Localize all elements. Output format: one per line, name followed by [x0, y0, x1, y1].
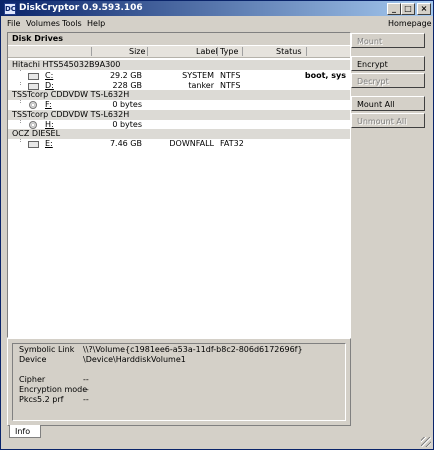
device-value: \Device\HarddiskVolume1 — [83, 355, 186, 364]
resize-grip[interactable] — [421, 437, 431, 447]
minimize-button[interactable]: _ — [387, 3, 401, 15]
volume-row-c[interactable]: C: 29.2 GB SYSTEM NTFS boot, sys — [8, 71, 350, 81]
disk-name: TSSTcorp CDDVDW TS-L632H — [12, 110, 130, 119]
col-type[interactable]: Type — [220, 46, 238, 57]
title-bar[interactable]: DC DiskCryptor 0.9.593.106 _ □ × — [1, 1, 433, 16]
tab-info[interactable]: Info — [9, 425, 41, 438]
cd-drive-icon — [29, 121, 37, 129]
mount-button[interactable]: Mount — [351, 33, 425, 48]
volume-status: boot, sys — [304, 71, 346, 80]
volume-size: 0 bytes — [112, 100, 142, 109]
prf-value: -- — [83, 395, 89, 404]
menu-bar: File Volumes Tools Help Homepage — [1, 17, 433, 31]
homepage-link[interactable]: Homepage — [388, 18, 432, 30]
disk-name: TSSTcorp CDDVDW TS-L632H — [12, 90, 130, 99]
prf-label: Pkcs5.2 prf — [19, 395, 64, 404]
encryption-mode-label: Encryption mode — [19, 385, 88, 394]
menu-tools[interactable]: Tools — [62, 18, 82, 30]
disk-row[interactable]: TSSTcorp CDDVDW TS-L632H — [8, 110, 350, 120]
column-separator[interactable] — [306, 47, 307, 56]
unmount-all-button[interactable]: Unmount All — [351, 113, 425, 128]
volume-letter: C: — [45, 71, 54, 80]
disk-name: Hitachi HTS545032B9A300 — [12, 60, 121, 69]
volume-row-f[interactable]: F: 0 bytes — [8, 100, 350, 110]
mount-all-button[interactable]: Mount All — [351, 96, 425, 111]
app-window: DC DiskCryptor 0.9.593.106 _ □ × File Vo… — [0, 0, 434, 450]
symbolic-link-value: \\?\Volume{c1981ee6-a53a-11df-b8c2-806d6… — [83, 345, 303, 354]
disk-drives-panel: Disk Drives Size Label Type Status Hitac… — [7, 32, 351, 338]
cd-drive-icon — [29, 101, 37, 109]
volume-row-e[interactable]: E: 7.46 GB DOWNFALL FAT32 — [8, 139, 350, 149]
info-panel: Symbolic Link \\?\Volume{c1981ee6-a53a-1… — [7, 338, 351, 426]
column-header: Size Label Type Status — [8, 46, 350, 58]
drive-icon — [28, 83, 39, 90]
volume-size: 7.46 GB — [109, 139, 142, 148]
maximize-button[interactable]: □ — [401, 3, 415, 15]
disk-row[interactable]: OCZ DIESEL — [8, 129, 350, 139]
col-label[interactable]: Label — [196, 46, 218, 57]
volume-letter: F: — [45, 100, 52, 109]
decrypt-button[interactable]: Decrypt — [351, 73, 425, 88]
volume-label: DOWNFALL — [169, 139, 214, 148]
volume-letter: E: — [45, 139, 53, 148]
col-status[interactable]: Status — [276, 46, 302, 57]
col-size[interactable]: Size — [129, 46, 145, 57]
encryption-mode-value: -- — [83, 385, 89, 394]
disk-row[interactable]: Hitachi HTS545032B9A300 — [8, 60, 350, 70]
close-button[interactable]: × — [417, 3, 431, 15]
column-separator[interactable] — [147, 47, 148, 56]
menu-file[interactable]: File — [7, 18, 20, 30]
symbolic-link-label: Symbolic Link — [19, 345, 75, 354]
drive-icon — [28, 73, 39, 80]
volume-label: SYSTEM — [182, 71, 214, 80]
menu-help[interactable]: Help — [87, 18, 105, 30]
cipher-value: -- — [83, 375, 89, 384]
app-icon: DC — [4, 3, 16, 15]
volume-type: NTFS — [220, 71, 241, 80]
column-separator[interactable] — [242, 47, 243, 56]
volume-size: 29.2 GB — [109, 71, 142, 80]
window-title: DiskCryptor 0.9.593.106 — [19, 3, 143, 13]
encrypt-button[interactable]: Encrypt — [351, 56, 425, 71]
disk-name: OCZ DIESEL — [12, 129, 61, 138]
column-separator[interactable] — [217, 47, 218, 56]
device-label: Device — [19, 355, 47, 364]
disk-row[interactable]: TSSTcorp CDDVDW TS-L632H — [8, 90, 350, 100]
volume-type: FAT32 — [220, 139, 244, 148]
disk-drives-caption: Disk Drives — [8, 33, 350, 45]
drive-icon — [28, 141, 39, 148]
menu-volumes[interactable]: Volumes — [26, 18, 60, 30]
cipher-label: Cipher — [19, 375, 46, 384]
column-separator[interactable] — [91, 47, 92, 56]
